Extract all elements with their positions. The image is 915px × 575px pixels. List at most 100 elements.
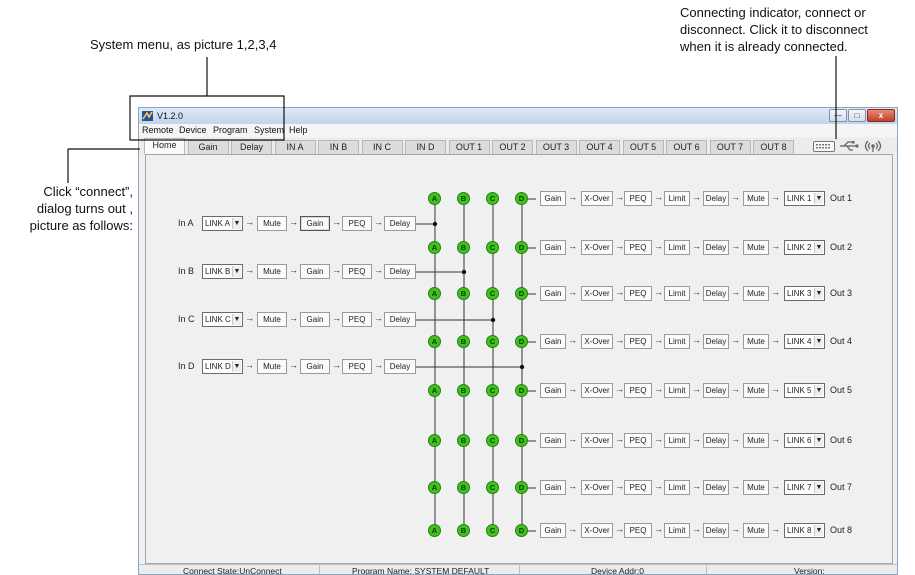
output-delay-button[interactable]: Delay [703, 334, 729, 349]
output-limit-button[interactable]: Limit [664, 334, 690, 349]
tab-in-a[interactable]: IN A [274, 140, 316, 154]
input-delay-button[interactable]: Delay [384, 264, 416, 279]
matrix-node-a[interactable]: A [428, 335, 441, 348]
matrix-node-a[interactable]: A [428, 434, 441, 447]
output-gain-button[interactable]: Gain [540, 480, 566, 495]
tab-home[interactable]: Home [144, 138, 185, 154]
matrix-node-d[interactable]: D [515, 335, 528, 348]
output-peq-button[interactable]: PEQ [624, 480, 652, 495]
output-peq-button[interactable]: PEQ [624, 191, 652, 206]
tab-out-4[interactable]: OUT 4 [579, 140, 620, 154]
output-limit-button[interactable]: Limit [664, 286, 690, 301]
tab-out-6[interactable]: OUT 6 [666, 140, 707, 154]
output-xover-button[interactable]: X-Over [581, 191, 613, 206]
output-delay-button[interactable]: Delay [703, 433, 729, 448]
tab-out-2[interactable]: OUT 2 [492, 140, 533, 154]
matrix-node-b[interactable]: B [457, 434, 470, 447]
output-limit-button[interactable]: Limit [664, 480, 690, 495]
matrix-node-b[interactable]: B [457, 335, 470, 348]
matrix-node-a[interactable]: A [428, 481, 441, 494]
matrix-node-c[interactable]: C [486, 481, 499, 494]
output-link-select[interactable]: LINK 1 ▼ [784, 191, 825, 206]
dropdown-arrow-icon[interactable]: ▼ [814, 482, 823, 493]
output-link-select[interactable]: LINK 6 ▼ [784, 433, 825, 448]
matrix-node-d[interactable]: D [515, 434, 528, 447]
output-xover-button[interactable]: X-Over [581, 433, 613, 448]
matrix-node-d[interactable]: D [515, 524, 528, 537]
output-xover-button[interactable]: X-Over [581, 523, 613, 538]
dropdown-arrow-icon[interactable]: ▼ [814, 288, 823, 299]
matrix-node-b[interactable]: B [457, 192, 470, 205]
output-mute-button[interactable]: Mute [743, 433, 769, 448]
output-limit-button[interactable]: Limit [664, 523, 690, 538]
output-mute-button[interactable]: Mute [743, 334, 769, 349]
maximize-button[interactable]: □ [848, 109, 866, 122]
usb-connection-icon[interactable] [839, 140, 859, 152]
dropdown-arrow-icon[interactable]: ▼ [232, 314, 241, 325]
tab-out-7[interactable]: OUT 7 [709, 140, 751, 154]
output-mute-button[interactable]: Mute [743, 286, 769, 301]
matrix-node-c[interactable]: C [486, 335, 499, 348]
output-gain-button[interactable]: Gain [540, 334, 566, 349]
dropdown-arrow-icon[interactable]: ▼ [232, 266, 241, 277]
output-limit-button[interactable]: Limit [664, 191, 690, 206]
output-mute-button[interactable]: Mute [743, 523, 769, 538]
input-peq-button[interactable]: PEQ [342, 359, 372, 374]
matrix-node-c[interactable]: C [486, 287, 499, 300]
output-delay-button[interactable]: Delay [703, 523, 729, 538]
input-delay-button[interactable]: Delay [384, 312, 416, 327]
matrix-node-b[interactable]: B [457, 241, 470, 254]
input-gain-button[interactable]: Gain [300, 359, 330, 374]
menu-remote[interactable]: Remote [142, 125, 174, 135]
output-mute-button[interactable]: Mute [743, 480, 769, 495]
output-mute-button[interactable]: Mute [743, 383, 769, 398]
input-link-select[interactable]: LINK B ▼ [202, 264, 243, 279]
input-link-select[interactable]: LINK D ▼ [202, 359, 243, 374]
matrix-node-d[interactable]: D [515, 241, 528, 254]
input-delay-button[interactable]: Delay [384, 216, 416, 231]
matrix-node-c[interactable]: C [486, 434, 499, 447]
output-link-select[interactable]: LINK 7 ▼ [784, 480, 825, 495]
output-xover-button[interactable]: X-Over [581, 334, 613, 349]
input-delay-button[interactable]: Delay [384, 359, 416, 374]
matrix-node-b[interactable]: B [457, 481, 470, 494]
matrix-node-d[interactable]: D [515, 287, 528, 300]
tab-out-8[interactable]: OUT 8 [753, 140, 794, 154]
matrix-node-d[interactable]: D [515, 192, 528, 205]
matrix-node-b[interactable]: B [457, 287, 470, 300]
matrix-node-c[interactable]: C [486, 192, 499, 205]
matrix-node-a[interactable]: A [428, 192, 441, 205]
input-link-select[interactable]: LINK A ▼ [202, 216, 243, 231]
output-peq-button[interactable]: PEQ [624, 286, 652, 301]
dropdown-arrow-icon[interactable]: ▼ [232, 361, 241, 372]
output-delay-button[interactable]: Delay [703, 240, 729, 255]
input-mute-button[interactable]: Mute [257, 359, 287, 374]
output-link-select[interactable]: LINK 3 ▼ [784, 286, 825, 301]
output-peq-button[interactable]: PEQ [624, 523, 652, 538]
output-limit-button[interactable]: Limit [664, 433, 690, 448]
menu-device[interactable]: Device [179, 125, 207, 135]
input-gain-button[interactable]: Gain [300, 216, 330, 231]
tab-out-5[interactable]: OUT 5 [622, 140, 664, 154]
matrix-node-a[interactable]: A [428, 241, 441, 254]
tab-gain[interactable]: Gain [187, 140, 229, 154]
output-limit-button[interactable]: Limit [664, 240, 690, 255]
matrix-node-d[interactable]: D [515, 384, 528, 397]
matrix-node-c[interactable]: C [486, 384, 499, 397]
output-delay-button[interactable]: Delay [703, 383, 729, 398]
input-peq-button[interactable]: PEQ [342, 312, 372, 327]
input-mute-button[interactable]: Mute [257, 264, 287, 279]
output-link-select[interactable]: LINK 5 ▼ [784, 383, 825, 398]
tab-in-c[interactable]: IN C [361, 140, 403, 154]
minimize-button[interactable]: — [829, 109, 847, 122]
output-link-select[interactable]: LINK 8 ▼ [784, 523, 825, 538]
matrix-node-c[interactable]: C [486, 524, 499, 537]
tab-in-b[interactable]: IN B [318, 140, 359, 154]
output-link-select[interactable]: LINK 2 ▼ [784, 240, 825, 255]
output-delay-button[interactable]: Delay [703, 480, 729, 495]
dropdown-arrow-icon[interactable]: ▼ [814, 336, 823, 347]
close-button[interactable]: x [867, 109, 895, 122]
matrix-node-a[interactable]: A [428, 384, 441, 397]
tab-in-d[interactable]: IN D [405, 140, 446, 154]
matrix-node-d[interactable]: D [515, 481, 528, 494]
